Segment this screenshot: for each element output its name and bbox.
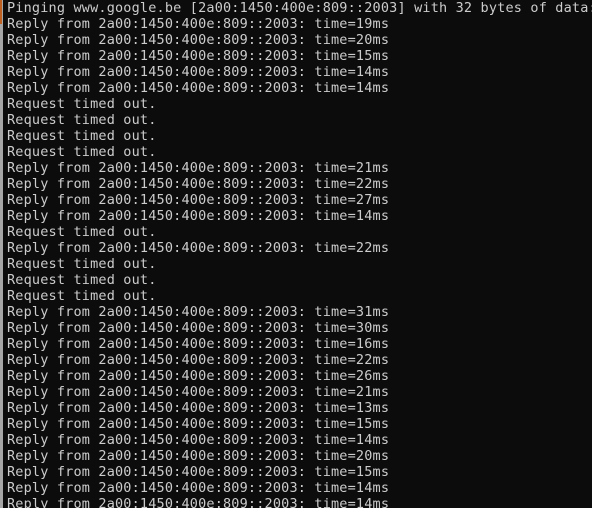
scrollbar-track[interactable] xyxy=(0,0,3,508)
console-line: Reply from 2a00:1450:400e:809::2003: tim… xyxy=(7,400,390,416)
console-line: Request timed out. xyxy=(7,128,157,144)
console-line: Reply from 2a00:1450:400e:809::2003: tim… xyxy=(7,496,390,508)
console-line: Reply from 2a00:1450:400e:809::2003: tim… xyxy=(7,192,390,208)
console-line: Request timed out. xyxy=(7,96,157,112)
console-line: Reply from 2a00:1450:400e:809::2003: tim… xyxy=(7,416,390,432)
console-line: Reply from 2a00:1450:400e:809::2003: tim… xyxy=(7,320,390,336)
console-line: Reply from 2a00:1450:400e:809::2003: tim… xyxy=(7,80,390,96)
terminal-window[interactable]: Pinging www.google.be [2a00:1450:400e:80… xyxy=(0,0,592,508)
console-line: Reply from 2a00:1450:400e:809::2003: tim… xyxy=(7,432,390,448)
console-output[interactable]: Pinging www.google.be [2a00:1450:400e:80… xyxy=(7,0,592,508)
console-line: Reply from 2a00:1450:400e:809::2003: tim… xyxy=(7,480,390,496)
console-line: Reply from 2a00:1450:400e:809::2003: tim… xyxy=(7,352,390,368)
console-line: Reply from 2a00:1450:400e:809::2003: tim… xyxy=(7,48,390,64)
console-line: Reply from 2a00:1450:400e:809::2003: tim… xyxy=(7,304,390,320)
console-line: Request timed out. xyxy=(7,256,157,272)
console-line: Request timed out. xyxy=(7,144,157,160)
console-line: Request timed out. xyxy=(7,288,157,304)
console-line: Reply from 2a00:1450:400e:809::2003: tim… xyxy=(7,240,390,256)
console-line: Pinging www.google.be [2a00:1450:400e:80… xyxy=(7,0,592,16)
console-line: Request timed out. xyxy=(7,224,157,240)
console-line: Reply from 2a00:1450:400e:809::2003: tim… xyxy=(7,384,390,400)
console-line: Reply from 2a00:1450:400e:809::2003: tim… xyxy=(7,32,390,48)
scrollbar-accent-marker xyxy=(0,0,2,24)
console-line: Reply from 2a00:1450:400e:809::2003: tim… xyxy=(7,448,390,464)
console-line: Reply from 2a00:1450:400e:809::2003: tim… xyxy=(7,176,390,192)
console-line: Reply from 2a00:1450:400e:809::2003: tim… xyxy=(7,464,390,480)
console-line: Reply from 2a00:1450:400e:809::2003: tim… xyxy=(7,64,390,80)
console-line: Request timed out. xyxy=(7,272,157,288)
console-line: Reply from 2a00:1450:400e:809::2003: tim… xyxy=(7,16,390,32)
console-line: Reply from 2a00:1450:400e:809::2003: tim… xyxy=(7,336,390,352)
scrollbar-thumb[interactable] xyxy=(0,0,3,508)
console-line: Request timed out. xyxy=(7,112,157,128)
console-line: Reply from 2a00:1450:400e:809::2003: tim… xyxy=(7,368,390,384)
console-line: Reply from 2a00:1450:400e:809::2003: tim… xyxy=(7,208,390,224)
console-line: Reply from 2a00:1450:400e:809::2003: tim… xyxy=(7,160,390,176)
